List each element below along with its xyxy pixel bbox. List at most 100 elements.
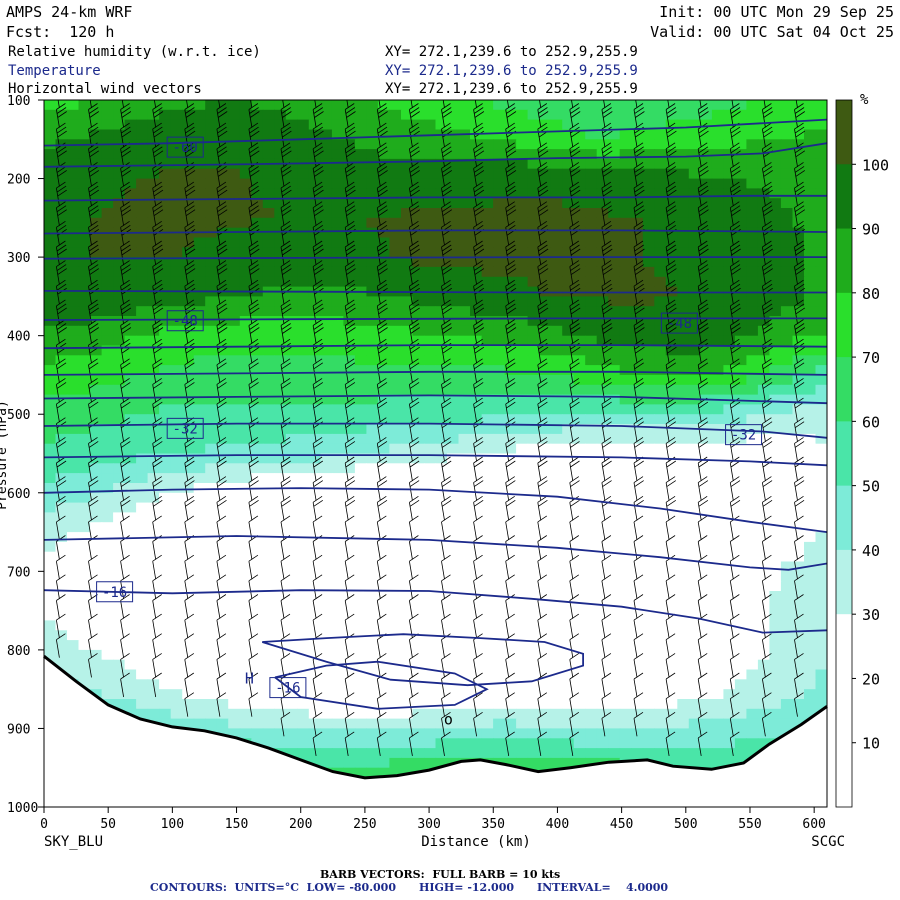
rh-cell [297,325,310,337]
rh-cell [412,433,425,445]
rh-cell [619,591,632,602]
rh-cell [366,708,379,720]
rh-cell [642,541,655,553]
rh-cell [585,217,598,229]
rh-cell [44,100,57,111]
rh-cell [458,384,471,396]
rh-cell [274,610,287,621]
rh-cell [619,247,632,258]
rh-cell [424,591,437,602]
rh-cell [262,708,275,720]
rh-cell [677,257,690,268]
rh-cell [654,738,667,749]
rh-cell [447,109,460,121]
rh-cell [354,649,367,661]
rh-cell [711,492,724,504]
rh-cell [723,355,736,366]
rh-cell [516,365,529,376]
rh-cell [631,689,644,700]
rh-cell [67,129,80,140]
rh-cell [654,541,667,553]
rh-cell [585,708,598,720]
rh-cell [67,374,80,386]
rh-cell [458,659,471,671]
rh-cell [619,443,632,455]
rh-cell [470,247,483,258]
rh-cell [424,610,437,621]
rh-cell [44,522,57,533]
rh-cell [550,404,563,415]
rh-cell [711,689,724,700]
rh-cell [366,217,379,229]
rh-cell [815,581,827,592]
rh-cell [343,669,356,680]
rh-cell [516,404,529,415]
rh-cell [746,158,759,170]
rh-cell [527,316,540,327]
rh-cell [654,394,667,405]
rh-cell [44,630,57,641]
rh-cell [170,109,183,121]
rh-cell [585,365,598,376]
rh-cell [424,227,437,239]
rh-cell [101,325,114,337]
rh-cell [573,443,586,455]
rh-cell [136,659,149,671]
rh-cell [412,708,425,720]
rh-cell [585,227,598,239]
rh-cell [170,630,183,641]
rh-cell [654,365,667,376]
rh-cell [136,129,149,140]
rh-cell [251,355,264,366]
rh-cell [136,404,149,415]
rh-cell [297,188,310,199]
rh-cell [562,463,575,474]
rh-cell [228,708,241,720]
rh-cell [44,620,57,631]
rh-cell [458,365,471,376]
rh-cell [182,600,195,612]
rh-cell [527,512,540,523]
rh-cell [412,492,425,504]
rh-cell [493,276,506,288]
rh-cell [804,669,817,680]
rh-cell [458,266,471,278]
rh-cell [274,119,287,130]
rh-cell [447,649,460,661]
rh-cell [804,217,817,229]
rh-cell [815,217,827,229]
rh-cell [228,718,241,729]
rh-cell [343,532,356,543]
rh-cell [228,335,241,347]
rh-cell [354,708,367,720]
rh-cell [516,649,529,661]
rh-cell [136,689,149,700]
rh-cell [262,433,275,445]
rh-cell [113,659,126,671]
rh-cell [424,443,437,455]
rh-cell [389,738,402,749]
rh-cell [769,699,782,710]
rh-cell [44,502,57,513]
rh-cell [205,433,218,445]
rh-cell [711,453,724,464]
rh-cell [228,433,241,445]
rh-cell [723,532,736,543]
rh-cell [481,718,494,729]
rh-cell [746,492,759,504]
rh-cell [654,483,667,494]
rh-cell [67,208,80,219]
rh-cell [470,659,483,671]
rh-cell [458,738,471,749]
rh-cell [170,463,183,474]
rh-cell [780,532,793,543]
rh-cell [585,591,598,602]
rh-cell [354,158,367,170]
rh-cell [262,699,275,710]
rh-cell [331,718,344,729]
rh-cell [320,689,333,700]
rh-cell [677,630,690,641]
rh-cell [734,581,747,592]
rh-cell [44,591,57,602]
rh-cell [746,384,759,396]
